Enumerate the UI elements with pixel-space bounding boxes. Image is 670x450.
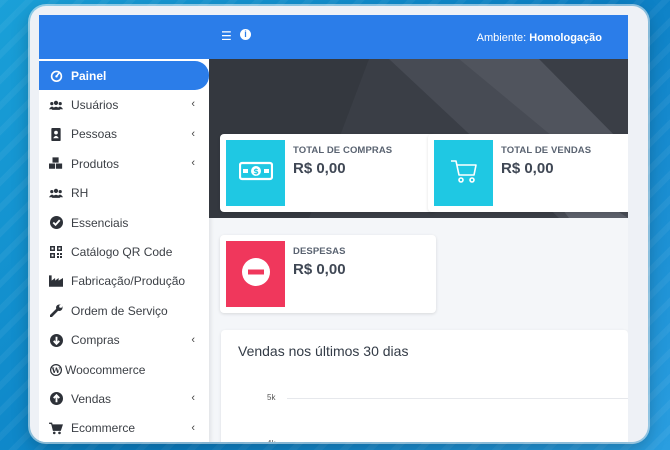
chevron-left-icon: ‹	[191, 421, 195, 434]
card-title: DESPESAS	[293, 246, 346, 257]
sidebar-item-label: Woocommerce	[65, 362, 146, 377]
sidebar-menu: Painel Usuários ‹ Pessoas ‹ Produtos ‹ R…	[39, 59, 209, 442]
money-icon: $	[238, 160, 273, 187]
sidebar-item-ordem-servico[interactable]: Ordem de Serviço	[39, 296, 209, 325]
sidebar: Painel Usuários ‹ Pessoas ‹ Produtos ‹ R…	[39, 15, 209, 442]
card-despesas: DESPESAS R$ 0,00	[220, 235, 436, 313]
environment-indicator: Ambiente: Homologação	[477, 32, 602, 44]
chevron-left-icon: ‹	[191, 392, 195, 405]
sidebar-item-essenciais[interactable]: Essenciais	[39, 208, 209, 237]
address-book-icon	[49, 127, 63, 141]
qrcode-icon	[49, 245, 63, 259]
sidebar-item-label: Fabricação/Produção	[71, 274, 186, 289]
card-title: TOTAL DE COMPRAS	[293, 145, 393, 156]
card-icon-box	[226, 241, 285, 307]
sidebar-item-label: Produtos	[71, 156, 120, 171]
window-frame: Painel Usuários ‹ Pessoas ‹ Produtos ‹ R…	[30, 6, 648, 442]
card-total-vendas: TOTAL DE VENDAS R$ 0,00	[428, 134, 628, 212]
sidebar-item-pessoas[interactable]: Pessoas ‹	[39, 120, 209, 149]
check-circle-icon	[49, 216, 63, 230]
chevron-left-icon: ‹	[191, 98, 195, 111]
top-navbar: ☰ i Ambiente: Homologação	[209, 15, 628, 59]
arrow-up-circle-icon	[49, 392, 63, 406]
sidebar-item-label: Catálogo QR Code	[71, 245, 173, 260]
sidebar-item-label: Painel	[71, 68, 107, 83]
sidebar-item-label: RH	[71, 186, 89, 201]
environment-label: Ambiente:	[476, 32, 527, 44]
app-viewport: Painel Usuários ‹ Pessoas ‹ Produtos ‹ R…	[39, 15, 628, 442]
sidebar-item-label: Essenciais	[71, 215, 129, 230]
card-title: TOTAL DE VENDAS	[501, 145, 592, 156]
wrench-icon	[49, 304, 63, 318]
sidebar-item-usuarios[interactable]: Usuários ‹	[39, 90, 209, 119]
sidebar-item-label: Vendas	[71, 391, 112, 406]
card-value: R$ 0,00	[293, 160, 346, 177]
svg-text:$: $	[253, 167, 259, 176]
industry-icon	[49, 274, 63, 288]
card-value: R$ 0,00	[501, 160, 554, 177]
sidebar-brand-area	[39, 15, 209, 59]
card-total-compras: $ TOTAL DE COMPRAS R$ 0,00	[220, 134, 436, 212]
dashboard-icon	[49, 69, 63, 83]
y-axis-tick: 5k	[267, 393, 276, 402]
shopping-cart-icon	[450, 158, 478, 189]
chart-gridline	[287, 398, 628, 399]
sales-chart-panel: Vendas nos últimos 30 dias 5k 4k	[221, 330, 628, 442]
sidebar-item-label: Usuários	[71, 98, 119, 113]
cubes-icon	[49, 157, 63, 171]
card-icon-box: $	[226, 140, 285, 206]
users-icon	[49, 98, 63, 112]
chevron-left-icon: ‹	[191, 157, 195, 170]
sidebar-item-produtos[interactable]: Produtos ‹	[39, 149, 209, 178]
sidebar-item-compras[interactable]: Compras ‹	[39, 326, 209, 355]
people-icon	[49, 186, 63, 200]
sidebar-item-label: Pessoas	[71, 127, 118, 142]
sidebar-item-painel[interactable]: Painel	[39, 61, 209, 91]
sidebar-item-label: Compras	[71, 333, 120, 348]
sidebar-item-label: Ordem de Serviço	[71, 303, 168, 318]
arrow-down-circle-icon	[49, 333, 63, 347]
info-icon[interactable]: i	[240, 29, 251, 40]
sidebar-item-ecommerce[interactable]: Ecommerce ‹	[39, 414, 209, 442]
y-axis-tick: 4k	[267, 439, 275, 442]
card-value: R$ 0,00	[293, 261, 346, 278]
svg-text:W: W	[51, 366, 61, 375]
sidebar-item-vendas[interactable]: Vendas ‹	[39, 384, 209, 413]
cart-icon	[49, 421, 63, 435]
chevron-left-icon: ‹	[191, 333, 195, 346]
sidebar-item-catalogo-qr[interactable]: Catálogo QR Code	[39, 237, 209, 266]
environment-value: Homologação	[529, 32, 602, 44]
sidebar-item-label: Ecommerce	[71, 421, 136, 436]
hamburger-menu-icon[interactable]: ☰	[221, 29, 232, 43]
chevron-left-icon: ‹	[191, 127, 195, 140]
sidebar-item-fabricacao[interactable]: Fabricação/Produção	[39, 267, 209, 296]
sidebar-item-rh[interactable]: RH	[39, 179, 209, 208]
minus-circle-icon	[241, 257, 271, 292]
sidebar-item-woocommerce[interactable]: W Woocommerce	[39, 355, 209, 384]
card-icon-box	[434, 140, 493, 206]
chart-title: Vendas nos últimos 30 dias	[238, 343, 409, 359]
wordpress-icon: W	[49, 363, 63, 377]
